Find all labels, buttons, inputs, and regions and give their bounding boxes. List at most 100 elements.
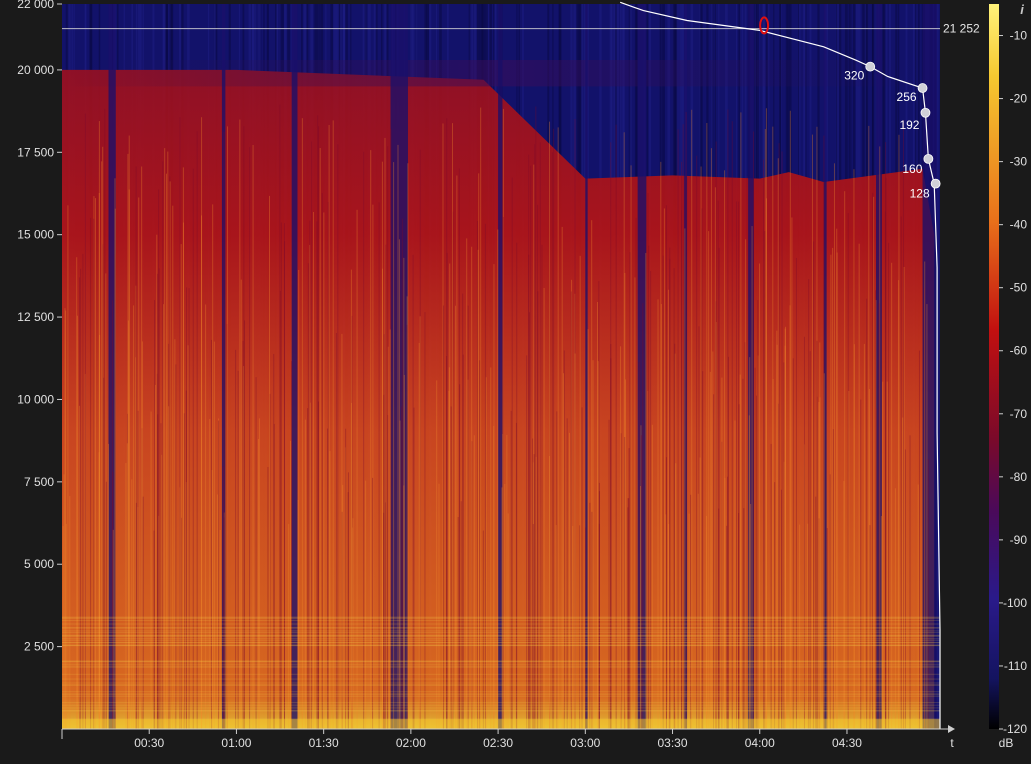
transient-stripe <box>759 263 761 729</box>
transient-stripe <box>610 142 612 729</box>
x-tick-label: 02:30 <box>483 736 513 750</box>
transient-stripe <box>668 289 670 729</box>
transient-stripe <box>205 304 207 729</box>
harmonic-line <box>62 661 940 663</box>
colorbar-tick-label: -40 <box>1010 218 1028 232</box>
transient-stripe <box>84 113 86 729</box>
x-tick-label: 00:30 <box>134 736 164 750</box>
spectrogram-chart: 21 252 320 256 192 160 128 00:30 01:00 01:30 02… <box>17 0 1028 750</box>
harmonic-line <box>62 678 940 680</box>
transient-stripe <box>267 467 269 729</box>
transient-stripe <box>642 303 644 729</box>
harmonic-line <box>62 623 940 625</box>
harmonic-line <box>62 707 940 709</box>
colorbar-tick-label: -30 <box>1010 155 1028 169</box>
transient-stripe <box>813 241 815 729</box>
transient-stripe <box>662 255 664 729</box>
transient-stripe <box>803 336 805 729</box>
transient-stripe <box>795 257 797 729</box>
transient-stripe <box>543 287 545 729</box>
transient-stripe <box>570 291 572 729</box>
x-tick-label: 03:00 <box>570 736 600 750</box>
transient-stripe <box>770 443 772 729</box>
transient-stripe <box>510 410 512 729</box>
harmonic-line <box>62 617 940 619</box>
harmonic-line <box>62 630 940 632</box>
transient-stripe <box>650 271 652 729</box>
transient-stripe <box>180 244 182 729</box>
transient-stripe <box>356 209 358 729</box>
transient-stripe <box>894 488 896 729</box>
transient-stripe <box>566 418 568 729</box>
transient-stripe <box>875 290 877 729</box>
info-icon[interactable]: i <box>1020 2 1024 17</box>
cutoff-marker-label: 160 <box>902 162 922 176</box>
transient-stripe <box>751 226 753 729</box>
transient-stripe <box>902 417 904 729</box>
harmonic-line <box>62 639 940 641</box>
transient-stripe <box>158 268 160 729</box>
reference-line-label: 21 252 <box>943 22 980 36</box>
transient-stripe <box>885 177 887 730</box>
svg-text:i: i <box>1020 2 1024 17</box>
harmonic-line <box>62 616 940 618</box>
colorbar-tick-label: -110 <box>1004 659 1027 673</box>
transient-stripe <box>443 305 445 729</box>
transient-stripe <box>319 147 321 729</box>
transient-stripe <box>663 208 665 730</box>
transient-stripe <box>255 377 257 729</box>
transient-stripe <box>90 217 92 730</box>
transient-stripe <box>918 350 920 729</box>
transient-stripe <box>706 515 708 729</box>
transient-stripe <box>94 198 96 729</box>
y-tick-label: 10 000 <box>17 392 54 406</box>
transient-stripe <box>669 258 671 729</box>
transient-stripe <box>900 216 902 730</box>
transient-stripe <box>780 489 782 729</box>
transient-stripe <box>168 406 170 729</box>
harmonic-line <box>62 704 940 706</box>
transient-stripe <box>702 371 704 729</box>
cutoff-marker-label: 128 <box>910 187 930 201</box>
transient-stripe <box>450 406 452 729</box>
transient-stripe <box>389 329 391 729</box>
transient-stripe <box>317 401 319 729</box>
transient-stripe <box>103 377 105 729</box>
transient-stripe <box>462 354 464 729</box>
transient-stripe <box>242 340 244 729</box>
transient-stripe <box>201 117 203 729</box>
y-tick-label: 5 000 <box>24 557 54 571</box>
transient-stripe <box>731 121 733 729</box>
transient-stripe <box>479 360 481 729</box>
transient-stripe <box>126 443 128 729</box>
transient-stripe <box>924 261 926 729</box>
transient-stripe <box>80 268 82 729</box>
harmonic-line <box>62 635 940 637</box>
harmonic-line <box>62 702 940 704</box>
transient-stripe <box>784 326 786 729</box>
transient-stripe <box>321 193 323 729</box>
transient-stripe <box>541 244 543 730</box>
colorbar-gradient <box>989 4 999 729</box>
transient-stripe <box>298 269 300 729</box>
x-tick-label: 03:30 <box>658 736 688 750</box>
transient-stripe <box>188 288 190 729</box>
y-tick-label: 12 500 <box>17 310 54 324</box>
cutoff-marker <box>917 83 928 93</box>
x-axis-label: t <box>950 736 954 750</box>
transient-stripe <box>809 351 811 729</box>
transient-stripe <box>237 370 239 729</box>
transient-stripe <box>403 374 405 729</box>
transient-stripe <box>98 121 100 729</box>
transient-stripe <box>888 242 890 730</box>
transient-stripe <box>187 345 189 729</box>
transient-stripe <box>482 530 484 729</box>
transient-stripe <box>639 486 641 729</box>
transient-stripe <box>537 204 539 730</box>
harmonic-line <box>62 682 940 684</box>
transient-stripe <box>172 205 174 729</box>
cutoff-marker-label: 320 <box>844 69 864 83</box>
transient-stripe <box>878 303 880 729</box>
transient-stripe <box>836 228 838 729</box>
colorbar-tick-label: -20 <box>1010 92 1028 106</box>
